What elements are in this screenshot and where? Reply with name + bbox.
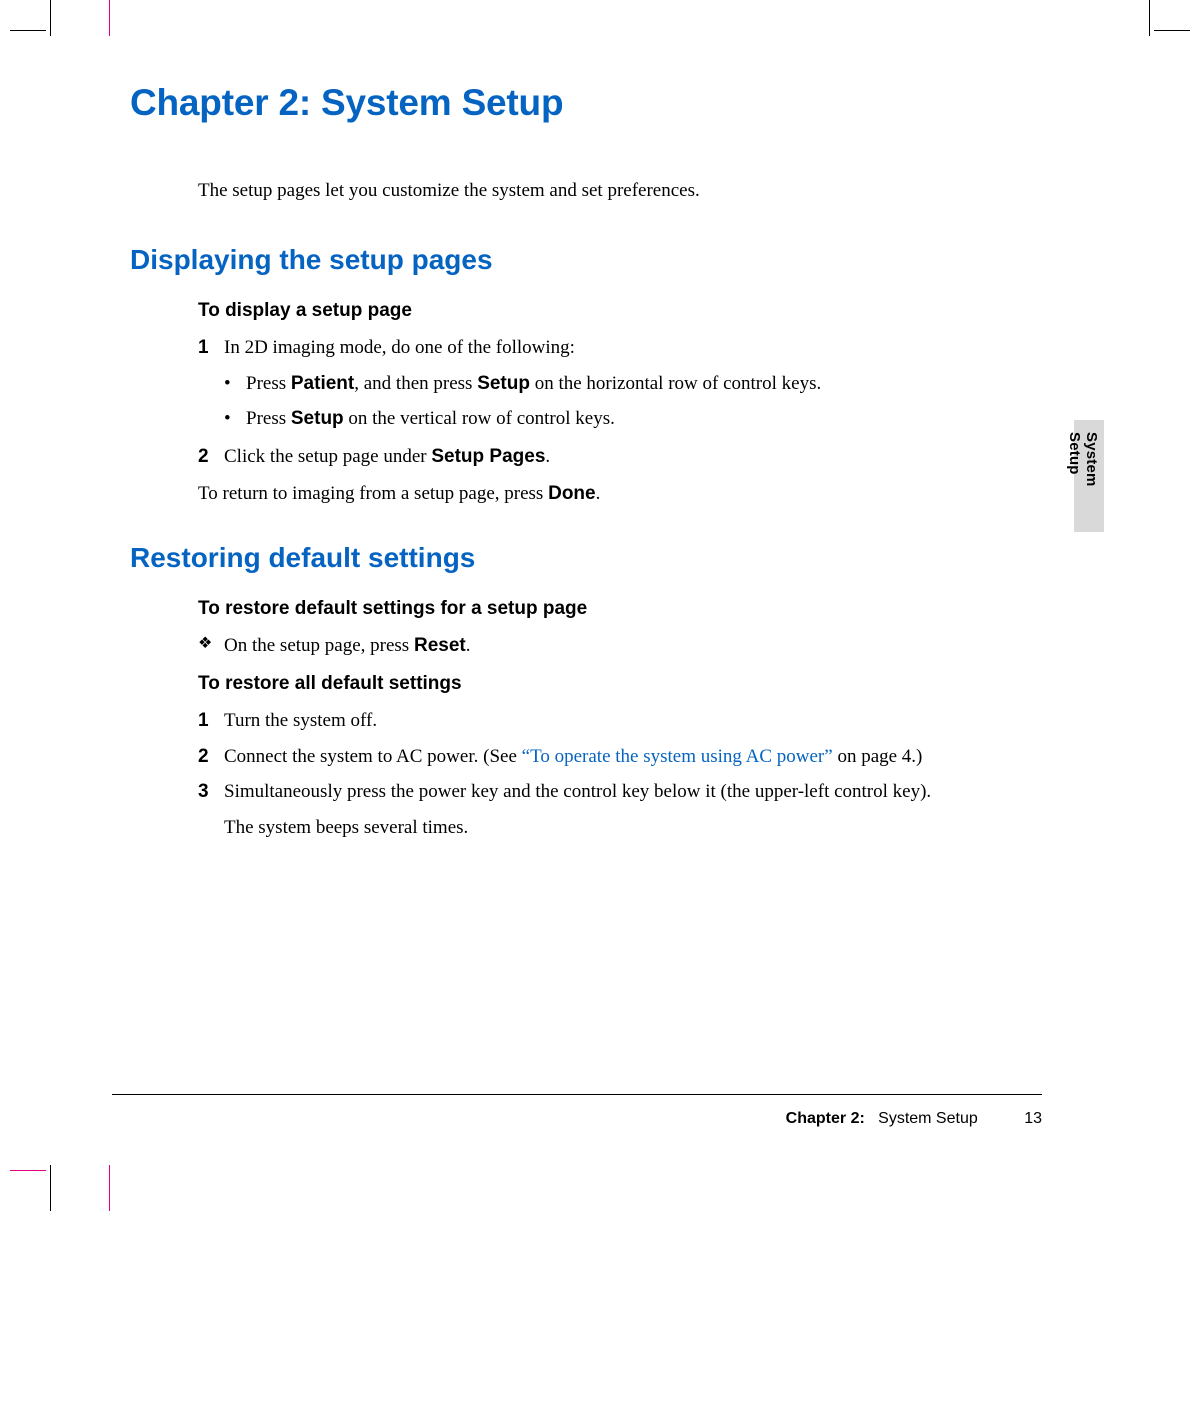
bullet-icon: • bbox=[224, 405, 246, 433]
text: on the horizontal row of control keys. bbox=[530, 373, 821, 394]
substep-text: Press Patient, and then press Setup on t… bbox=[246, 370, 821, 398]
key-name: Done bbox=[548, 483, 596, 504]
text: On the setup page, press bbox=[224, 635, 414, 656]
key-name: Setup bbox=[477, 373, 530, 394]
step-1: 1 Turn the system off. bbox=[198, 707, 950, 735]
footer-chapter-label: Chapter 2: bbox=[786, 1110, 865, 1127]
crop-mark bbox=[50, 1165, 51, 1211]
chapter-title: Chapter 2: System Setup bbox=[130, 82, 950, 124]
text: . bbox=[545, 446, 550, 467]
step-text: Turn the system off. bbox=[224, 707, 950, 735]
cross-reference-link[interactable]: “To operate the system using AC power” bbox=[522, 746, 833, 767]
text: on page 4.) bbox=[833, 746, 923, 767]
substep-text: Press Setup on the vertical row of contr… bbox=[246, 405, 615, 433]
intro-paragraph: The setup pages let you customize the sy… bbox=[198, 180, 950, 202]
crop-mark bbox=[109, 0, 110, 36]
clover-step: ❖ On the setup page, press Reset. bbox=[198, 632, 950, 660]
step-1: 1 In 2D imaging mode, do one of the foll… bbox=[198, 334, 950, 362]
step-number: 2 bbox=[198, 443, 224, 471]
footer-chapter-name bbox=[869, 1110, 878, 1127]
paragraph: To return to imaging from a setup page, … bbox=[198, 480, 950, 508]
step-number: 1 bbox=[198, 707, 224, 735]
text: Press bbox=[246, 373, 291, 394]
footer-rule bbox=[112, 1094, 1042, 1095]
substep: • Press Setup on the vertical row of con… bbox=[224, 405, 950, 433]
procedure-heading: To restore all default settings bbox=[198, 673, 950, 695]
substep: • Press Patient, and then press Setup on… bbox=[224, 370, 950, 398]
text: , and then press bbox=[354, 373, 477, 394]
step-3: 3 Simultaneously press the power key and… bbox=[198, 778, 950, 806]
text: Connect the system to AC power. (See bbox=[224, 746, 522, 767]
clover-icon: ❖ bbox=[198, 632, 224, 660]
step-text: On the setup page, press Reset. bbox=[224, 632, 470, 660]
step-text: Connect the system to AC power. (See “To… bbox=[224, 743, 950, 771]
step-number: 2 bbox=[198, 743, 224, 771]
step-2: 2 Connect the system to AC power. (See “… bbox=[198, 743, 950, 771]
crop-mark bbox=[1149, 0, 1150, 36]
text: . bbox=[466, 635, 471, 656]
step-text: In 2D imaging mode, do one of the follow… bbox=[224, 334, 950, 362]
text: Click the setup page under bbox=[224, 446, 431, 467]
crop-mark bbox=[10, 30, 46, 31]
section-heading-displaying: Displaying the setup pages bbox=[130, 244, 950, 276]
page-content: Chapter 2: System Setup The setup pages … bbox=[130, 82, 950, 849]
step-2: 2 Click the setup page under Setup Pages… bbox=[198, 443, 950, 471]
bullet-icon: • bbox=[224, 370, 246, 398]
crop-mark bbox=[1154, 30, 1190, 31]
crop-mark bbox=[10, 1170, 46, 1171]
step-text: Click the setup page under Setup Pages. bbox=[224, 443, 950, 471]
key-name: Setup bbox=[291, 408, 344, 429]
step-number: 3 bbox=[198, 778, 224, 806]
key-name: Setup Pages bbox=[431, 446, 545, 467]
thumb-tab-label: System Setup bbox=[1080, 432, 1100, 522]
step-number: 1 bbox=[198, 334, 224, 362]
crop-mark bbox=[50, 0, 51, 36]
procedure-heading: To restore default settings for a setup … bbox=[198, 598, 950, 620]
page-footer: Chapter 2: System Setup 13 bbox=[786, 1110, 1042, 1128]
step-text: Simultaneously press the power key and t… bbox=[224, 778, 950, 806]
footer-chapter-name: System Setup bbox=[878, 1110, 978, 1127]
key-name: Reset bbox=[414, 635, 466, 656]
section-heading-restoring: Restoring default settings bbox=[130, 542, 950, 574]
text: on the vertical row of control keys. bbox=[344, 408, 615, 429]
key-name: Patient bbox=[291, 373, 354, 394]
paragraph: The system beeps several times. bbox=[224, 814, 950, 842]
text: . bbox=[596, 483, 601, 504]
crop-mark bbox=[109, 1165, 110, 1211]
text: To return to imaging from a setup page, … bbox=[198, 483, 548, 504]
procedure-heading: To display a setup page bbox=[198, 300, 950, 322]
text: Press bbox=[246, 408, 291, 429]
page-number: 13 bbox=[1024, 1110, 1042, 1127]
